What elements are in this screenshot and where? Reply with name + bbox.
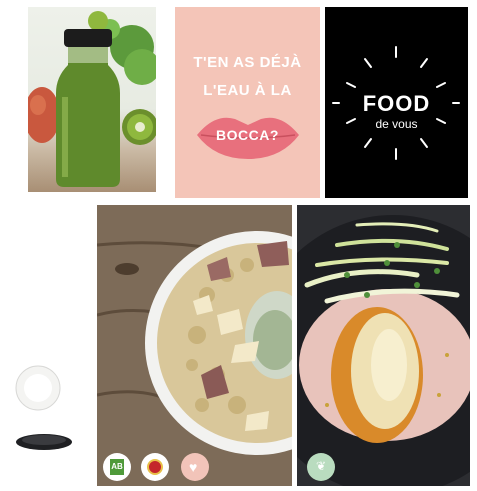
heart-icon: ♥ <box>189 459 198 475</box>
vegetarian-badge[interactable]: ❦ <box>307 453 335 481</box>
organic-label: AB <box>110 459 124 475</box>
plate-photo-tile[interactable]: ❦ <box>297 205 470 486</box>
smoothie-illustration <box>28 11 156 187</box>
plate-illustration <box>297 205 470 486</box>
organic-ab-badge[interactable]: AB <box>103 453 131 481</box>
logo-title: FOOD <box>362 91 431 116</box>
slogan-line-2: L'EAU À LA <box>203 82 292 99</box>
heart-badge[interactable]: ♥ <box>181 453 209 481</box>
slogan-tile[interactable]: T'EN AS DÉJÀ L'EAU À LA BOCCA? <box>175 7 320 198</box>
salad-bowl-illustration <box>97 205 292 486</box>
smoothie-photo-tile[interactable] <box>28 7 156 192</box>
slogan-line-1: T'EN AS DÉJÀ <box>193 54 302 71</box>
leaf-icon: ❦ <box>316 459 327 473</box>
aop-seal-icon <box>147 459 163 475</box>
slogan-line-3: BOCCA? <box>216 127 279 143</box>
logo-subtitle: de vous <box>375 117 418 131</box>
salad-bowl-photo-tile[interactable]: AB ♥ <box>97 205 292 486</box>
products-illustration <box>12 360 88 470</box>
aop-badge[interactable] <box>141 453 169 481</box>
dish-icon <box>15 365 72 450</box>
food-de-vous-logo-tile[interactable]: FOOD de vous <box>325 7 468 198</box>
